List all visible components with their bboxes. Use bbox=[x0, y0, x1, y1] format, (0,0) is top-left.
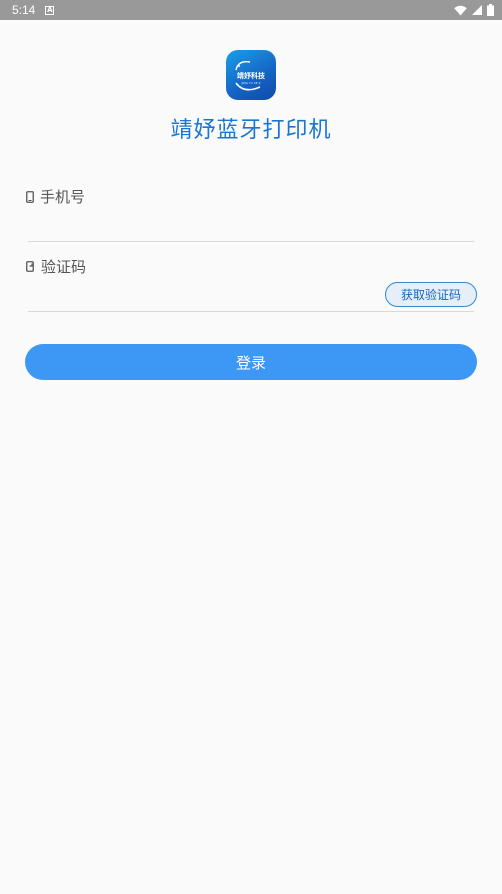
login-button[interactable]: 登录 bbox=[25, 344, 477, 380]
app-logo: 靖妤科技 JING YU KE JI bbox=[226, 50, 276, 100]
phone-field[interactable]: 手机号 bbox=[26, 186, 85, 207]
phone-icon bbox=[26, 190, 34, 203]
status-bar: 5:14 A bbox=[0, 0, 502, 20]
wifi-icon bbox=[454, 5, 467, 15]
signal-icon bbox=[472, 5, 482, 15]
app-title: 靖妤蓝牙打印机 bbox=[170, 118, 332, 143]
battery-icon bbox=[487, 4, 494, 16]
logo-text: 靖妤科技 bbox=[237, 73, 265, 80]
sms-code-icon bbox=[26, 261, 34, 272]
status-left: 5:14 A bbox=[12, 3, 55, 17]
phone-field-underline bbox=[28, 241, 474, 242]
a-notification-icon: A bbox=[45, 5, 55, 15]
logo-subtext: JING YU KE JI bbox=[241, 81, 261, 85]
get-code-button[interactable]: 获取验证码 bbox=[385, 282, 477, 307]
code-field[interactable]: 验证码 bbox=[26, 256, 86, 277]
phone-field-placeholder: 手机号 bbox=[40, 188, 86, 206]
status-right bbox=[454, 4, 494, 16]
status-time: 5:14 bbox=[12, 3, 36, 17]
code-field-placeholder: 验证码 bbox=[41, 258, 87, 276]
code-field-underline bbox=[28, 311, 474, 312]
